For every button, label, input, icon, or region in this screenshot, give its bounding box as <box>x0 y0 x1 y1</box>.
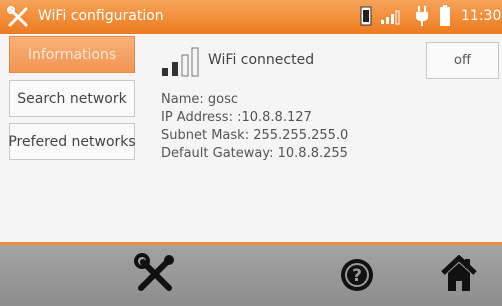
svg-text:?: ? <box>352 266 362 286</box>
sidebar-item-prefered-networks[interactable]: Prefered networks <box>8 123 136 160</box>
default-gateway: Default Gateway: 10.8.8.255 <box>161 146 348 161</box>
network-name: Name: gosc <box>161 92 238 107</box>
subnet-mask: Subnet Mask: 255.255.255.0 <box>161 128 349 143</box>
home-icon[interactable] <box>439 254 479 297</box>
wifi-toggle-button[interactable]: off <box>426 42 499 79</box>
ip-address: IP Address: :10.8.8.127 <box>161 110 312 125</box>
help-icon[interactable]: ? <box>339 257 375 297</box>
wifi-status-label: WiFi connected <box>208 52 315 68</box>
clock: 11:30 <box>461 8 502 24</box>
wifi-signal-icon <box>160 46 204 82</box>
content-area: Informations Search network Prefered net… <box>0 34 502 242</box>
window-title: WiFi configuration <box>38 8 164 24</box>
battery-icon <box>439 5 451 31</box>
status-bar: WiFi configuration 11:30 <box>0 0 502 34</box>
sd-card-icon <box>360 6 372 30</box>
sidebar-item-search-network[interactable]: Search network <box>9 80 135 117</box>
sidebar-item-informations[interactable]: Informations <box>9 36 135 73</box>
settings-tools-icon[interactable] <box>133 252 177 300</box>
tools-icon[interactable] <box>6 5 30 33</box>
bottom-toolbar: ? <box>0 245 502 306</box>
signal-icon <box>380 9 402 29</box>
plug-icon <box>415 5 429 31</box>
